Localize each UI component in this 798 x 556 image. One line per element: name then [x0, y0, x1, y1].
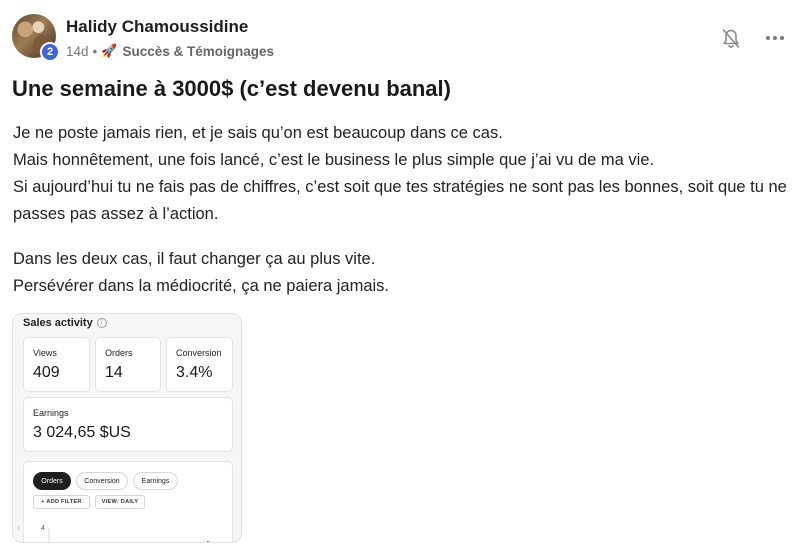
post-card: 2 Halidy Chamoussidine 14d • 🚀 Succès & …: [0, 0, 798, 556]
rocket-icon: 🚀: [101, 43, 118, 58]
bell-off-icon: [722, 29, 740, 48]
body-line: Dans les deux cas, il faut changer ça au…: [13, 250, 376, 268]
stat-card-orders: Orders 14: [95, 337, 161, 392]
sales-activity-title: Sales activity i: [23, 317, 107, 329]
body-line: Je ne poste jamais rien, et je sais qu’o…: [13, 124, 503, 142]
post-title: Une semaine à 3000$ (c’est devenu banal): [12, 76, 451, 101]
stat-value: 3.4%: [176, 364, 213, 381]
chart-card: Orders Conversion Earnings + ADD FILTER …: [23, 461, 233, 542]
level-badge: 2: [40, 42, 60, 62]
stat-label: Earnings: [33, 408, 69, 418]
y-axis-handle: ↕: [17, 525, 21, 532]
stat-card-views: Views 409: [23, 337, 90, 392]
stat-value: 3 024,65 $US: [33, 424, 131, 441]
stat-label: Conversion: [176, 348, 222, 358]
body-line: Persévérer dans la médiocrité, ça ne pai…: [13, 277, 390, 295]
more-horizontal-icon: [766, 36, 784, 40]
more-options-button[interactable]: [762, 28, 788, 48]
chart-area: [48, 528, 209, 542]
attached-image[interactable]: Sales activity i Views 409 Orders 14 Con…: [12, 313, 242, 543]
author-name[interactable]: Halidy Chamoussidine: [66, 17, 248, 37]
post-age: 14d: [66, 43, 89, 59]
info-icon: i: [96, 318, 107, 328]
category-link[interactable]: Succès & Témoignages: [122, 44, 274, 59]
post-body: Je ne poste jamais rien, et je sais qu’o…: [13, 120, 798, 300]
stat-label: Views: [33, 348, 57, 358]
stat-card-earnings: Earnings 3 024,65 $US: [23, 397, 233, 452]
stat-card-conversion: Conversion 3.4%: [166, 337, 233, 392]
sales-activity-label: Sales activity: [23, 317, 93, 329]
stat-value: 409: [33, 364, 60, 381]
body-line: Mais honnêtement, une fois lancé, c’est …: [13, 151, 655, 169]
meta-separator: •: [92, 43, 98, 59]
body-line: Si aujourd’hui tu ne fais pas de chiffre…: [13, 178, 787, 223]
stat-label: Orders: [105, 348, 133, 358]
bell-off-button[interactable]: [719, 26, 743, 52]
chart-bar-stroke: [207, 540, 209, 542]
stat-value: 14: [105, 364, 123, 381]
post-meta: 14d • 🚀 Succès & Témoignages: [66, 43, 274, 59]
